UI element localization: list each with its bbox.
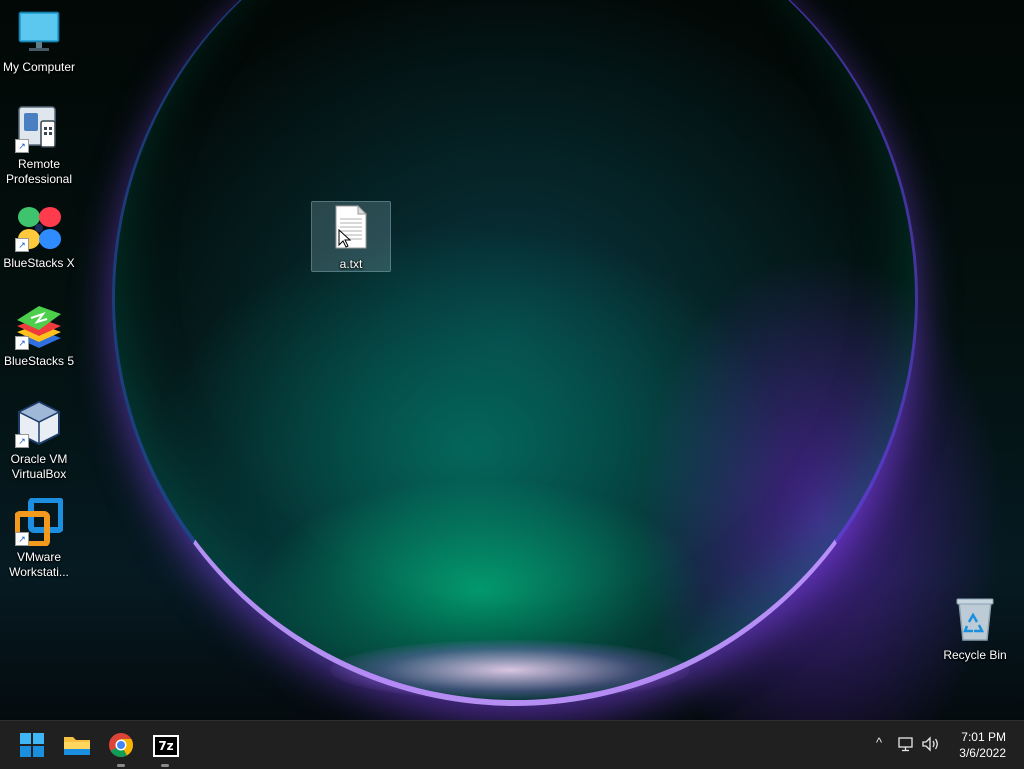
taskbar: 7z ^ 7:01 PM 3/6/2022 xyxy=(0,720,1024,769)
clock-date: 3/6/2022 xyxy=(959,746,1006,760)
7zip-icon: 7z xyxy=(153,735,179,757)
desktop-icon-label: My Computer xyxy=(2,60,76,74)
taskbar-file-explorer[interactable] xyxy=(61,729,93,761)
desktop-icon-virtualbox[interactable]: ↗ Oracle VM VirtualBox xyxy=(0,400,78,482)
network-icon[interactable] xyxy=(897,735,915,755)
shortcut-arrow-icon: ↗ xyxy=(15,336,29,350)
text-file-icon xyxy=(334,204,368,253)
shortcut-arrow-icon: ↗ xyxy=(15,139,29,153)
desktop-icon-label: Remote Professional xyxy=(5,157,73,186)
desktop-icon-recycle-bin[interactable]: Recycle Bin xyxy=(936,596,1014,663)
windows-start-icon xyxy=(20,733,44,757)
desktop-icon-my-computer[interactable]: My Computer xyxy=(0,8,78,75)
desktop-icon-label: Recycle Bin xyxy=(943,648,1007,662)
wallpaper-glow xyxy=(330,640,690,700)
tray-overflow-chevron[interactable]: ^ xyxy=(870,735,888,755)
remote-professional-icon: ↗ xyxy=(15,105,63,153)
recycle-bin-icon xyxy=(951,596,999,644)
shortcut-arrow-icon: ↗ xyxy=(15,434,29,448)
vmware-icon: ↗ xyxy=(14,497,64,547)
wallpaper-orb xyxy=(112,0,918,706)
clock-time: 7:01 PM xyxy=(961,730,1006,744)
desktop-file-label: a.txt xyxy=(339,257,363,271)
start-button[interactable] xyxy=(16,729,48,761)
desktop-icon-vmware[interactable]: ↗ VMware Workstati... xyxy=(0,497,78,580)
desktop-icon-remote-professional[interactable]: ↗ Remote Professional xyxy=(0,105,78,187)
shortcut-arrow-icon: ↗ xyxy=(15,238,29,252)
volume-icon[interactable] xyxy=(921,735,939,755)
folder-icon xyxy=(64,737,90,755)
monitor-icon xyxy=(15,8,63,56)
desktop-icon-bluestacks-x[interactable]: ↗ BlueStacks X xyxy=(0,204,78,271)
bluestacks-5-icon: ↗ xyxy=(15,302,63,350)
mouse-cursor-icon xyxy=(338,229,352,248)
running-indicator xyxy=(161,764,169,767)
running-indicator xyxy=(117,764,125,767)
chrome-icon xyxy=(109,733,133,758)
desktop[interactable]: My Computer ↗ Remote Professional ↗ Blue… xyxy=(0,0,1024,768)
bluestacks-x-icon: ↗ xyxy=(15,204,63,252)
taskbar-chrome[interactable] xyxy=(105,729,137,767)
desktop-icon-bluestacks-5[interactable]: ↗ BlueStacks 5 xyxy=(0,302,78,369)
desktop-icon-label: BlueStacks 5 xyxy=(3,354,75,368)
desktop-icon-label: Oracle VM VirtualBox xyxy=(10,452,68,481)
desktop-file-a-txt[interactable]: a.txt xyxy=(311,201,391,272)
system-clock[interactable]: 7:01 PM 3/6/2022 xyxy=(959,729,1006,761)
shortcut-arrow-icon: ↗ xyxy=(15,532,29,546)
virtualbox-icon: ↗ xyxy=(15,400,63,448)
taskbar-7zip[interactable]: 7z xyxy=(149,729,181,767)
desktop-icon-label: VMware Workstati... xyxy=(9,550,69,579)
desktop-icon-label: BlueStacks X xyxy=(3,256,75,270)
